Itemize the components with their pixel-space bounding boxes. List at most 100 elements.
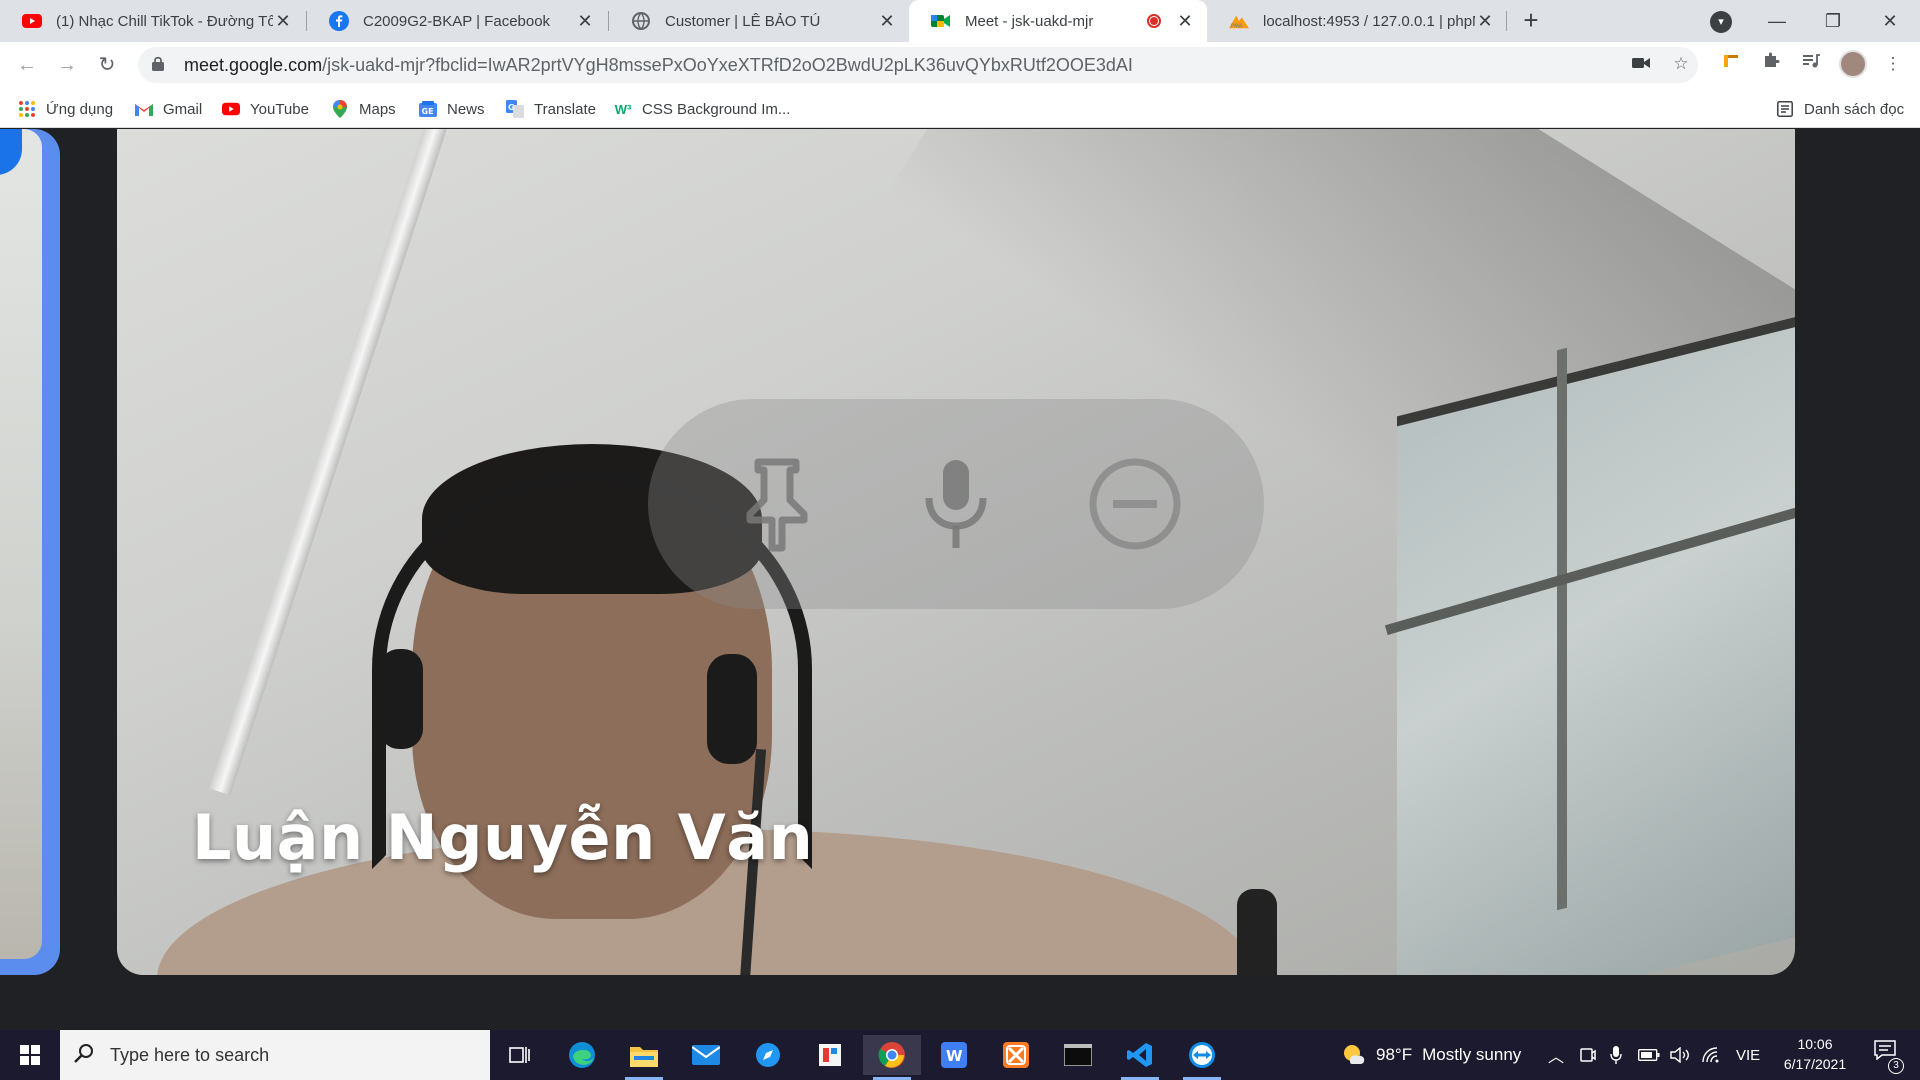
headset-earcup-left [379,649,423,749]
chrome-icon[interactable] [863,1035,921,1080]
back-icon[interactable]: ← [12,50,42,80]
clock-time: 10:06 [1797,1036,1833,1052]
extension-icon[interactable] [1718,51,1744,77]
lock-icon[interactable] [152,56,172,74]
url-text: meet.google.com/jsk-uakd-mjr?fbclid=IwAR… [184,55,1133,76]
browser-toolbar: ← → ↻ meet.google.com/jsk-uakd-mjr?fbcli… [0,42,1920,88]
file-explorer-icon[interactable] [615,1035,673,1080]
cable-plug [1237,889,1277,975]
volume-icon[interactable] [1670,1030,1690,1080]
bookmark-label: YouTube [250,100,309,118]
youtube-icon [222,100,240,118]
tab-title: Customer | LÊ BẢO TÚ [665,12,821,30]
bookmark-label: CSS Background Im... [642,100,791,118]
gmail-icon [135,100,153,118]
bookmark-youtube[interactable]: YouTube [222,98,309,120]
address-bar[interactable]: meet.google.com/jsk-uakd-mjr?fbclid=IwAR… [138,47,1698,83]
bookmark-label: Translate [534,100,596,118]
bookmark-maps[interactable]: Maps [331,98,396,120]
reading-list-button[interactable]: Danh sách đọc [1776,98,1904,120]
tab-facebook[interactable]: C2009G2-BKAP | Facebook ✕ [307,0,607,42]
bookmark-gmail[interactable]: Gmail [135,98,202,120]
pin-icon[interactable] [722,449,832,559]
profile-avatar[interactable] [1839,50,1867,78]
participant-video-tile[interactable]: Luận Nguyễn Văn [117,129,1795,975]
bookmark-news[interactable]: GE News [419,98,485,120]
vscode-icon[interactable] [1111,1035,1169,1080]
translate-icon: G [506,100,524,118]
tab-close-icon[interactable]: ✕ [877,11,897,31]
teamviewer-icon[interactable] [1173,1035,1231,1080]
self-video [0,129,42,959]
system-clock[interactable]: 10:06 6/17/2021 [1770,1034,1860,1074]
tab-customer[interactable]: Customer | LÊ BẢO TÚ ✕ [609,0,909,42]
reload-icon[interactable]: ↻ [92,50,122,80]
safari-like-icon[interactable] [739,1035,797,1075]
language-indicator[interactable]: VIE [1736,1030,1760,1080]
taskbar-search-input[interactable]: Type here to search [60,1030,490,1080]
window-close-icon[interactable]: ✕ [1875,6,1905,36]
tab-separator [1506,11,1507,31]
microphone-icon[interactable] [901,449,1011,559]
svg-text:G: G [508,103,515,112]
tab-phpmyadmin[interactable]: PMA localhost:4953 / 127.0.0.1 | phpM ✕ [1207,0,1507,42]
notification-center-icon[interactable]: 3 [1870,1040,1904,1074]
mail-icon[interactable] [677,1035,735,1075]
url-path: /jsk-uakd-mjr?fbclid=IwAR2prtVYgH8mssePx… [322,54,1133,75]
wps-writer-icon[interactable]: W [925,1035,983,1075]
minimize-icon[interactable]: — [1762,6,1792,36]
participant-tile-self[interactable] [0,129,60,975]
tab-title: localhost:4953 / 127.0.0.1 | phpM [1263,12,1475,30]
tab-meet[interactable]: Meet - jsk-uakd-mjr ✕ [909,0,1207,42]
tab-search-icon[interactable]: ▾ [1710,11,1732,33]
task-view-icon[interactable] [491,1035,549,1075]
tile-hover-actions [648,399,1264,609]
svg-text:GE: GE [422,107,434,116]
bookmark-star-icon[interactable]: ☆ [1668,51,1694,77]
terminal-icon[interactable] [1049,1035,1107,1075]
w3schools-icon: W³ [614,101,632,117]
google-meet-icon [931,11,951,31]
search-icon [74,1043,96,1068]
bookmark-w3schools[interactable]: W³ CSS Background Im... [614,98,791,120]
reading-list-icon [1776,100,1794,118]
clock-date: 6/17/2021 [1783,1056,1847,1072]
forward-icon[interactable]: → [52,50,82,80]
microphone-tray-icon[interactable] [1610,1030,1622,1080]
weather-widget[interactable]: 98°F Mostly sunny [1340,1030,1521,1080]
tab-close-icon[interactable]: ✕ [1175,11,1195,31]
youtube-icon [22,11,42,31]
bookmark-label: News [447,100,485,118]
media-control-icon[interactable] [1798,51,1824,77]
headset-earcup-right [707,654,757,764]
reading-list-label: Danh sách đọc [1804,100,1905,118]
new-tab-icon[interactable]: + [1518,7,1544,34]
window-mullion [1557,347,1567,911]
bookmark-translate[interactable]: G Translate [506,98,596,120]
remove-icon[interactable] [1080,449,1190,559]
snipping-tool-icon[interactable] [801,1035,859,1075]
menu-kebab-icon[interactable]: ⋮ [1880,51,1906,77]
wifi-icon[interactable] [1702,1030,1722,1080]
extensions-puzzle-icon[interactable] [1758,51,1784,77]
restore-icon[interactable]: ❐ [1818,6,1848,36]
svg-text:PMA: PMA [1231,23,1243,29]
notification-count-badge: 3 [1888,1058,1904,1074]
xampp-icon[interactable] [987,1035,1045,1075]
windows-start-icon[interactable] [0,1030,60,1080]
bookmark-apps[interactable]: Ứng dụng [18,98,113,120]
tab-close-icon[interactable]: ✕ [575,11,595,31]
edge-icon[interactable] [553,1035,611,1075]
weather-sun-icon [1340,1042,1366,1069]
camera-indicator-icon[interactable] [1628,51,1654,77]
tray-chevron-icon[interactable]: ︿ [1548,1030,1564,1080]
battery-icon[interactable] [1638,1030,1660,1080]
meet-tray-icon[interactable] [1580,1030,1596,1080]
tab-close-icon[interactable]: ✕ [273,11,293,31]
weather-condition: Mostly sunny [1422,1045,1522,1064]
tab-close-icon[interactable]: ✕ [1475,11,1495,31]
facebook-icon [329,11,349,31]
apps-grid-icon [18,100,36,118]
tab-youtube[interactable]: (1) Nhạc Chill TikTok - Đường Tôi ✕ [0,0,305,42]
background-window [1397,301,1795,975]
